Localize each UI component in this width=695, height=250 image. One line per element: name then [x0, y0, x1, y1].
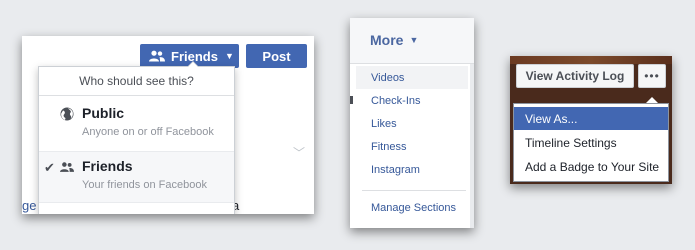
cover-photo-strip: [510, 56, 672, 64]
friends-icon: [149, 50, 165, 62]
audience-option-public-subtitle: Anyone on or off Facebook: [82, 126, 214, 138]
profile-tabs-bar: More ▼: [350, 18, 474, 64]
privacy-composer-panel: Friends ▼ Post ﹀ ge a Who should see thi…: [22, 36, 314, 214]
menu-item-timeline-settings[interactable]: Timeline Settings: [514, 131, 668, 154]
checkmark-icon: ✔: [44, 160, 55, 175]
manage-sections-link[interactable]: Manage Sections: [356, 196, 468, 219]
chevron-down-icon: ▼: [409, 35, 419, 45]
feed-text-fragment-left: ge: [22, 198, 37, 213]
post-options-chevron-icon[interactable]: ﹀: [293, 144, 305, 161]
view-activity-log-button[interactable]: View Activity Log: [516, 64, 634, 88]
more-menu-item-fitness[interactable]: Fitness: [356, 135, 468, 158]
chevron-down-icon: ▼: [224, 51, 234, 61]
more-menu-item-instagram[interactable]: Instagram: [356, 158, 468, 181]
menu-divider: [362, 190, 466, 191]
audience-option-public-title: Public: [82, 105, 125, 121]
more-sections-panel: More ▼ Videos Check-Ins Likes Fitness In…: [350, 18, 474, 228]
post-button[interactable]: Post: [246, 44, 307, 68]
more-menu-item-check-ins[interactable]: Check-Ins: [356, 89, 468, 112]
friends-icon: [60, 162, 74, 172]
globe-icon: [60, 107, 74, 121]
menu-item-add-badge[interactable]: Add a Badge to Your Site: [514, 155, 668, 178]
audience-menu-header: Who should see this?: [39, 67, 234, 96]
panel-edge-marker: [350, 96, 353, 104]
tab-more[interactable]: More ▼: [370, 32, 418, 48]
profile-options-menu: View As... Timeline Settings Add a Badge…: [513, 103, 669, 182]
more-options-button[interactable]: •••: [638, 64, 666, 88]
panel-edge: [470, 64, 474, 228]
more-menu-item-likes[interactable]: Likes: [356, 112, 468, 135]
menu-item-view-as[interactable]: View As...: [514, 107, 668, 130]
tab-more-label: More: [370, 32, 404, 48]
more-menu-item-videos[interactable]: Videos: [356, 66, 468, 89]
audience-option-friends-title: Friends: [82, 158, 133, 174]
profile-actions-panel: View Activity Log ••• View As... Timelin…: [510, 56, 672, 184]
audience-dropdown-menu: Who should see this? Public Anyone on or…: [38, 61, 235, 214]
audience-option-friends[interactable]: ✔ Friends Your friends on Facebook: [39, 151, 234, 203]
audience-option-friends-subtitle: Your friends on Facebook: [82, 179, 207, 191]
audience-option-public[interactable]: Public Anyone on or off Facebook: [39, 99, 234, 151]
